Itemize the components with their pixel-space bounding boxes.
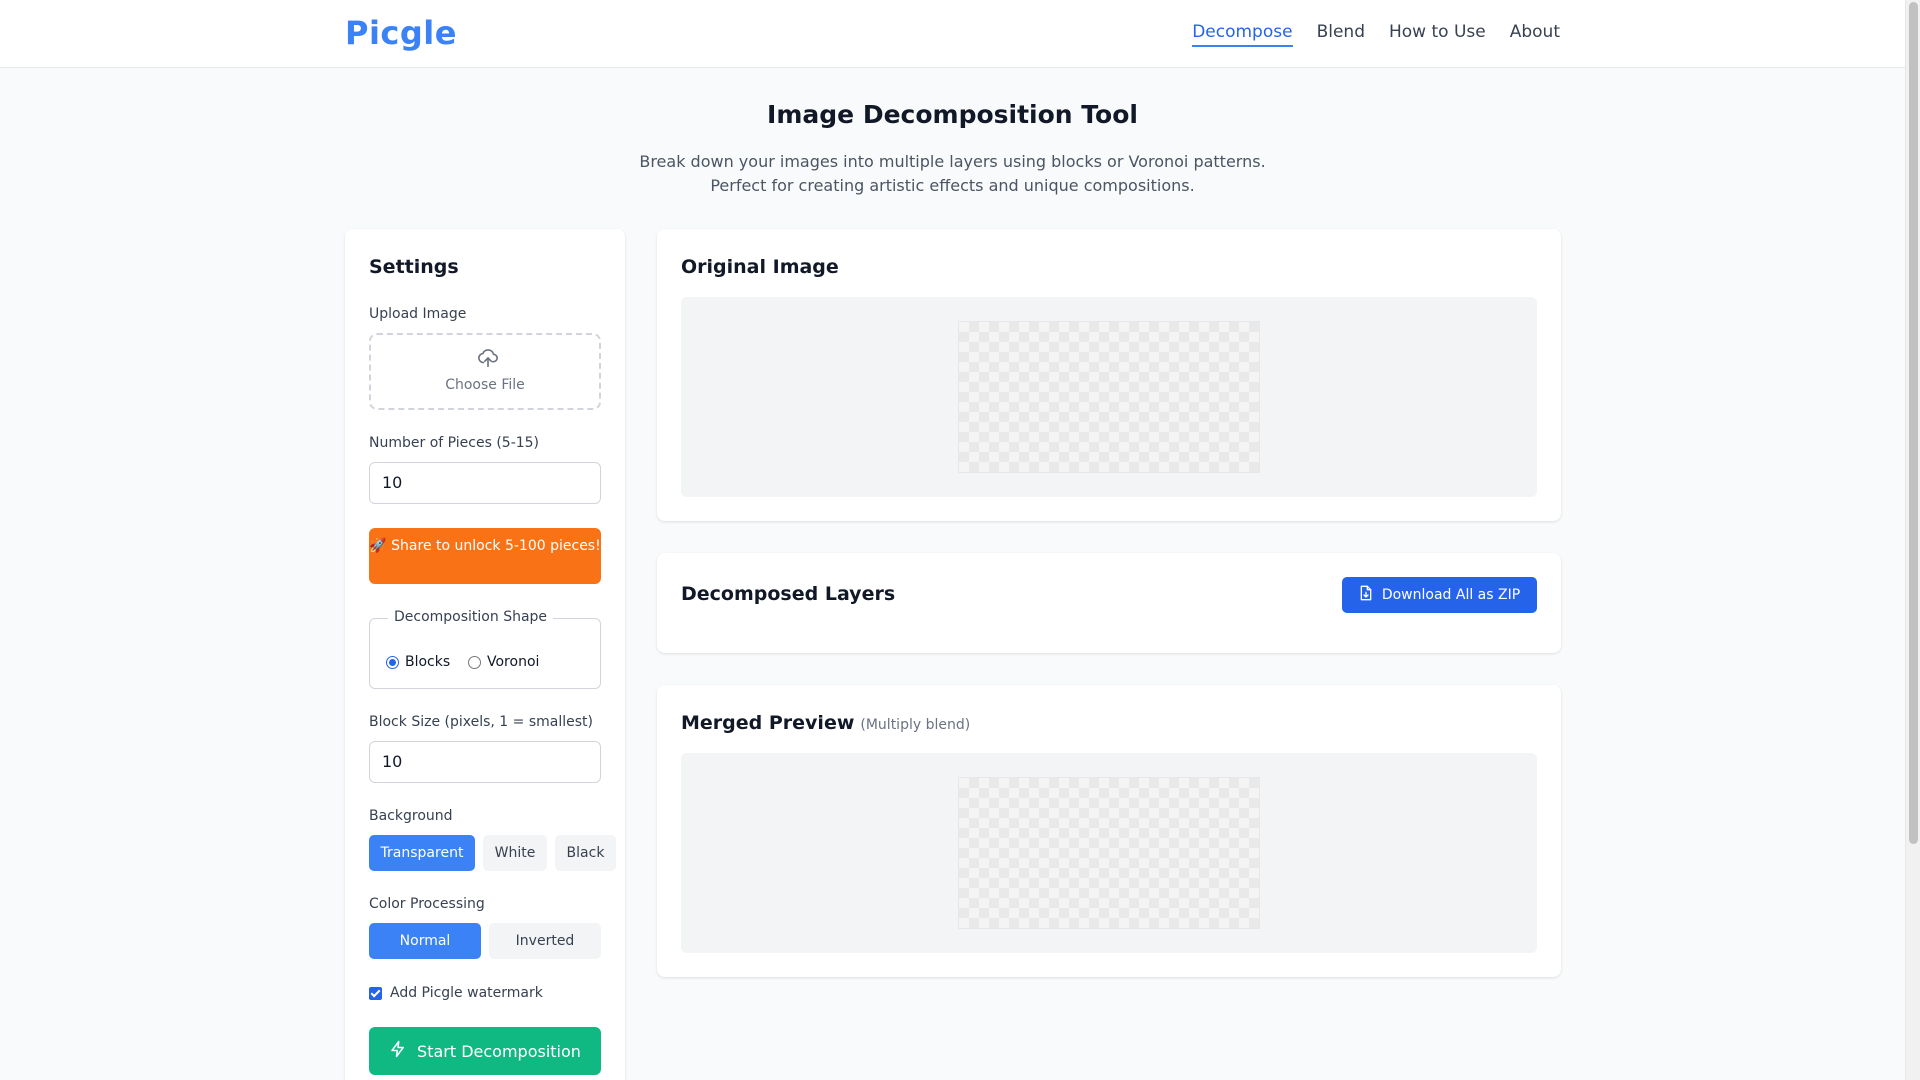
cloud-upload-icon: [477, 347, 499, 373]
scrollbar-thumb[interactable]: [1909, 2, 1918, 844]
top-header: Picgle Decompose Blend How to Use About: [0, 0, 1905, 68]
nav-how-to-use[interactable]: How to Use: [1389, 22, 1486, 47]
decomposed-layers-title: Decomposed Layers: [681, 583, 896, 605]
logo[interactable]: Picgle: [345, 14, 457, 52]
voronoi-label: Voronoi: [487, 654, 540, 670]
lightning-icon: [389, 1040, 407, 1062]
bg-transparent-button[interactable]: Transparent: [369, 835, 475, 871]
nav-decompose[interactable]: Decompose: [1192, 22, 1293, 47]
shape-legend: Decomposition Shape: [388, 609, 554, 625]
upload-dropzone[interactable]: Choose File: [369, 333, 601, 410]
voronoi-radio[interactable]: [468, 655, 481, 669]
page-scrollbar[interactable]: [1905, 0, 1920, 1080]
start-decomposition-label: Start Decomposition: [417, 1041, 581, 1061]
start-decomposition-button[interactable]: Start Decomposition: [369, 1027, 601, 1075]
shape-option-voronoi[interactable]: Voronoi: [468, 654, 539, 670]
merged-preview-placeholder: [958, 777, 1260, 929]
pieces-input[interactable]: 10: [369, 462, 601, 504]
merged-preview-panel: Merged Preview (Multiply blend): [657, 685, 1561, 977]
page-title: Image Decomposition Tool: [767, 100, 1138, 129]
merged-preview-subtitle: (Multiply blend): [860, 717, 971, 733]
bg-white-button[interactable]: White: [483, 835, 547, 871]
bg-black-button[interactable]: Black: [555, 835, 616, 871]
page-subtitle: Break down your images into multiple lay…: [0, 150, 1905, 198]
original-image-placeholder: [958, 321, 1260, 473]
background-label: Background: [369, 808, 453, 824]
watermark-label: Add Picgle watermark: [390, 985, 543, 1001]
watermark-checkbox[interactable]: [369, 986, 382, 1000]
blocks-radio[interactable]: [386, 655, 399, 669]
color-normal-button[interactable]: Normal: [369, 923, 481, 959]
blocks-label: Blocks: [405, 654, 451, 670]
shape-option-blocks[interactable]: Blocks: [386, 654, 450, 670]
color-inverted-button[interactable]: Inverted: [489, 923, 601, 959]
download-zip-label: Download All as ZIP: [1381, 587, 1521, 603]
upload-label: Upload Image: [369, 306, 467, 322]
original-image-title: Original Image: [681, 256, 839, 278]
settings-panel: Settings Upload Image Choose File Number…: [345, 229, 625, 1080]
nav-about[interactable]: About: [1510, 22, 1560, 47]
merged-preview-title: Merged Preview: [681, 712, 855, 734]
block-size-input[interactable]: 10: [369, 741, 601, 783]
merged-preview-area: [681, 753, 1537, 953]
watermark-checkbox-row[interactable]: Add Picgle watermark: [369, 985, 543, 1001]
original-image-panel: Original Image: [657, 229, 1561, 521]
nav-blend[interactable]: Blend: [1317, 22, 1365, 47]
original-image-area: [681, 297, 1537, 497]
choose-file-button[interactable]: Choose File: [371, 377, 599, 393]
block-size-label: Block Size (pixels, 1 = smallest): [369, 714, 593, 730]
color-processing-label: Color Processing: [369, 896, 485, 912]
subtitle-line-2: Perfect for creating artistic effects an…: [710, 176, 1195, 195]
settings-title: Settings: [369, 256, 459, 278]
merged-preview-heading: Merged Preview (Multiply blend): [681, 712, 970, 734]
download-zip-button[interactable]: Download All as ZIP: [1342, 577, 1537, 613]
main-nav: Decompose Blend How to Use About: [1192, 22, 1560, 47]
decomposed-layers-panel: Decomposed Layers Download All as ZIP: [657, 553, 1561, 653]
pieces-label: Number of Pieces (5-15): [369, 435, 540, 451]
share-unlock-button[interactable]: 🚀 Share to unlock 5-100 pieces!: [369, 528, 601, 584]
file-download-icon: [1359, 585, 1373, 605]
shape-fieldset: Decomposition Shape Blocks Voronoi: [369, 609, 601, 689]
subtitle-line-1: Break down your images into multiple lay…: [639, 152, 1266, 171]
